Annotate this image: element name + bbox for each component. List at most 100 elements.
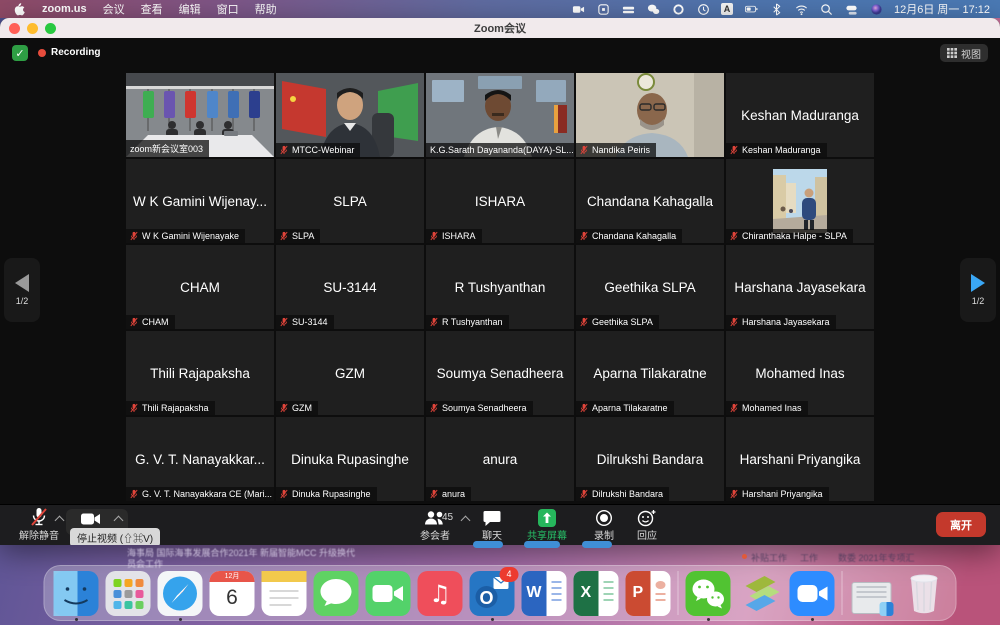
participant-tile[interactable]: W K Gamini Wijenay... W K Gamini Wijenay… [126,159,274,243]
participant-tile[interactable]: GZM GZM [276,331,424,415]
window-title: Zoom会议 [0,20,1000,36]
page-indicator: 1/2 [16,296,29,306]
view-button[interactable]: 视图 [940,44,988,62]
launchpad-dock-icon[interactable] [106,571,151,616]
muted-mic-icon [580,489,588,499]
muted-mic-icon [730,145,738,155]
muted-mic-large-icon [30,507,48,527]
chat-button[interactable]: 聊天 [467,507,517,542]
wechat-dock-icon[interactable] [686,571,731,616]
zoom-window: Zoom会议 ✓ Recording 视图 1/2 1/2 [0,18,1000,545]
previous-page-button[interactable]: 1/2 [4,258,40,322]
muted-mic-icon [730,403,738,413]
participant-tile[interactable]: Geethika SLPA Geethika SLPA [576,245,724,329]
next-page-button[interactable]: 1/2 [960,258,996,322]
participant-tile[interactable]: anura anura [426,417,574,501]
messages-dock-icon[interactable] [314,571,359,616]
participant-tile[interactable]: Aparna Tilakaratne Aparna Tilakaratne [576,331,724,415]
participant-label: R Tushyanthan [426,315,509,329]
powerpoint-dock-icon[interactable]: P [626,571,671,616]
muted-mic-icon [430,231,438,241]
security-app-icon[interactable] [596,2,610,16]
participant-tile[interactable]: R Tushyanthan R Tushyanthan [426,245,574,329]
participant-tile[interactable]: Harshana Jayasekara Harshana Jayasekara [726,245,874,329]
wechat-status-icon[interactable] [646,2,660,16]
excel-dock-icon[interactable]: X [574,571,619,616]
background-window-text: 数委 2021年专项汇 [838,551,915,564]
safari-dock-icon[interactable] [158,571,203,616]
participant-label: Harshana Jayasekara [726,315,836,329]
participant-tile[interactable]: Chandana Kahagalla Chandana Kahagalla [576,159,724,243]
notes-dock-icon[interactable] [262,571,307,616]
music-dock-icon[interactable]: ♫ [418,571,463,616]
participant-tile[interactable]: Harshani Priyangika Harshani Priyangika [726,417,874,501]
participant-tile[interactable]: Keshan Maduranga Keshan Maduranga [726,73,874,157]
participant-tile-video[interactable]: MTCC-Webinar [276,73,424,157]
menu-app-name[interactable]: zoom.us [42,3,87,15]
participant-tile[interactable]: Soumya Senadheera Soumya Senadheera [426,331,574,415]
participant-label: G. V. T. Nanayakkara CE (Mari... [126,487,274,501]
calendar-dock-icon[interactable]: 12月 6 [210,571,255,616]
participant-tile-zoom-room[interactable]: zoom新会议室003 [126,73,274,157]
muted-mic-icon [730,489,738,499]
zoom-camera-icon[interactable] [571,2,585,16]
muted-mic-icon [430,317,438,327]
participant-label: SU-3144 [276,315,334,329]
menu-clock[interactable]: 12月6日 周一 17:12 [894,1,990,17]
word-dock-icon[interactable]: W [522,571,567,616]
participant-tile[interactable]: CHAM CHAM [126,245,274,329]
powerpoint-letter: P [626,571,651,616]
menu-item-help[interactable]: 帮助 [255,1,277,17]
participant-tile[interactable]: Dilrukshi Bandara Dilrukshi Bandara [576,417,724,501]
battery-icon[interactable] [744,2,758,16]
facetime-dock-icon[interactable] [366,571,411,616]
participant-tile[interactable]: SU-3144 SU-3144 [276,245,424,329]
participant-tile-photo[interactable]: Chiranthaka Halpe - SLPA [726,159,874,243]
participant-tile-video[interactable]: K.G.Sarath Dayananda(DAYA)-SL... [426,73,574,157]
menu-item-meeting[interactable]: 会议 [103,1,125,17]
bluetooth-icon[interactable] [769,2,783,16]
participant-tile-video[interactable]: Nandika Peiris [576,73,724,157]
input-method-icon[interactable]: A [721,3,733,15]
muted-mic-icon [730,317,738,327]
display-icon[interactable] [844,2,858,16]
background-window-button [524,541,560,548]
ring-icon[interactable] [671,2,685,16]
transfer-app-dock-icon[interactable] [738,571,783,616]
muted-mic-icon [580,145,588,155]
security-shield-icon[interactable]: ✓ [12,45,28,61]
wifi-icon[interactable] [794,2,808,16]
word-letter: W [522,571,547,616]
share-screen-label: 共享屏幕 [527,527,567,542]
participant-tile[interactable]: G. V. T. Nanayakkar... G. V. T. Nanayakk… [126,417,274,501]
outlook-dock-icon[interactable]: O 4 [470,571,515,616]
participants-button[interactable]: 参会者 [405,507,465,542]
siri-icon[interactable] [869,2,883,16]
minimized-window-dock-icon[interactable] [850,571,895,616]
clock-icon[interactable] [696,2,710,16]
apple-menu-icon[interactable] [12,2,26,16]
participant-tile[interactable]: SLPA SLPA [276,159,424,243]
menu-item-edit[interactable]: 编辑 [179,1,201,17]
participant-label: zoom新会议室003 [126,140,209,157]
leave-button[interactable]: 离开 [936,512,986,537]
recording-dot-icon [38,49,46,57]
spotlight-icon[interactable] [819,2,833,16]
participant-tile[interactable]: Thili Rajapaksha Thili Rajapaksha [126,331,274,415]
participant-tile[interactable]: ISHARA ISHARA [426,159,574,243]
participant-tile[interactable]: Mohamed Inas Mohamed Inas [726,331,874,415]
record-label: 录制 [594,527,614,542]
reactions-button[interactable]: 回应 [622,507,672,542]
finder-dock-icon[interactable] [54,571,99,616]
participant-label: K.G.Sarath Dayananda(DAYA)-SL... [426,143,574,157]
keyboard-icon[interactable] [621,2,635,16]
window-title-bar[interactable]: Zoom会议 [0,18,1000,38]
participant-tile[interactable]: Dinuka Rupasinghe Dinuka Rupasinghe [276,417,424,501]
arrow-left-icon [15,274,29,292]
zoom-dock-icon[interactable] [790,571,835,616]
muted-mic-icon [730,231,738,241]
trash-dock-icon[interactable] [902,571,947,616]
share-screen-button[interactable]: 共享屏幕 [512,507,582,542]
menu-item-window[interactable]: 窗口 [217,1,239,17]
menu-item-view[interactable]: 查看 [141,1,163,17]
